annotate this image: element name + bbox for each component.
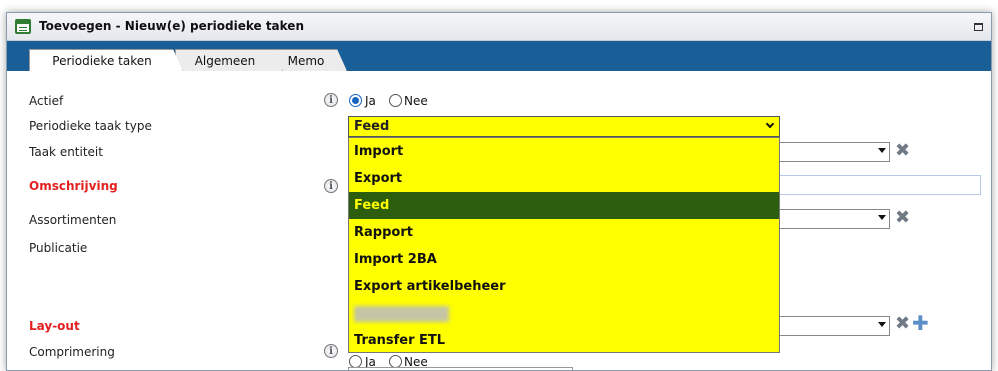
option-export-artikelbeheer[interactable]: Export artikelbeheer (349, 273, 779, 300)
add-icon[interactable]: ✚ (912, 313, 929, 333)
option-import-2ba[interactable]: Import 2BA (349, 246, 779, 273)
info-icon[interactable]: i (324, 93, 338, 107)
actief-ja-label: Ja (365, 94, 376, 108)
tab-algemeen[interactable]: Algemeen (175, 49, 283, 71)
form-content: Actief i Ja Nee Periodieke taak type Taa… (7, 71, 991, 370)
partial-select[interactable] (348, 367, 573, 370)
title-bar: Toevoegen - Nieuw(e) periodieke taken (7, 13, 991, 41)
option-transfer-etl[interactable]: Transfer ETL (349, 327, 779, 354)
actief-nee-label: Nee (404, 94, 428, 108)
dialog-window: Toevoegen - Nieuw(e) periodieke taken Me… (6, 12, 992, 371)
actief-nee-radio[interactable] (389, 94, 402, 107)
taak-type-selected: Feed (354, 119, 390, 134)
actief-ja-radio[interactable] (349, 94, 362, 107)
comprimering-label: Comprimering (29, 345, 115, 359)
option-redacted[interactable] (349, 300, 779, 327)
info-icon[interactable]: i (324, 179, 338, 193)
option-rapport[interactable]: Rapport (349, 219, 779, 246)
maximize-icon[interactable] (974, 23, 983, 31)
actief-label: Actief (29, 94, 64, 108)
window-title: Toevoegen - Nieuw(e) periodieke taken (39, 19, 304, 33)
tab-memo[interactable]: Memo (273, 49, 347, 71)
chevron-down-icon (878, 322, 886, 327)
info-icon[interactable]: i (324, 344, 338, 358)
chevron-down-icon (765, 119, 775, 129)
option-feed[interactable]: Feed (349, 192, 779, 219)
form-icon (15, 19, 31, 34)
chevron-down-icon (878, 148, 886, 153)
taak-type-select[interactable]: Feed (348, 116, 780, 137)
option-export[interactable]: Export (349, 165, 779, 192)
remove-icon[interactable]: ✖ (895, 209, 910, 227)
chevron-down-icon (878, 215, 886, 220)
layout-label: Lay-out (29, 319, 80, 333)
assortimenten-label: Assortimenten (29, 213, 117, 227)
taak-entiteit-label: Taak entiteit (29, 145, 103, 159)
remove-icon[interactable]: ✖ (895, 142, 910, 160)
omschrijving-label: Omschrijving (29, 179, 118, 193)
tab-periodieke-taken[interactable]: Periodieke taken (29, 49, 183, 72)
redacted-text (354, 306, 449, 322)
option-import[interactable]: Import (349, 138, 779, 165)
taak-type-options: Import Export Feed Rapport Import 2BA Ex… (348, 137, 780, 353)
type-label: Periodieke taak type (29, 119, 152, 133)
tab-bar: Memo Algemeen Periodieke taken (7, 41, 991, 71)
publicatie-label: Publicatie (29, 241, 88, 255)
remove-icon[interactable]: ✖ (895, 315, 910, 333)
